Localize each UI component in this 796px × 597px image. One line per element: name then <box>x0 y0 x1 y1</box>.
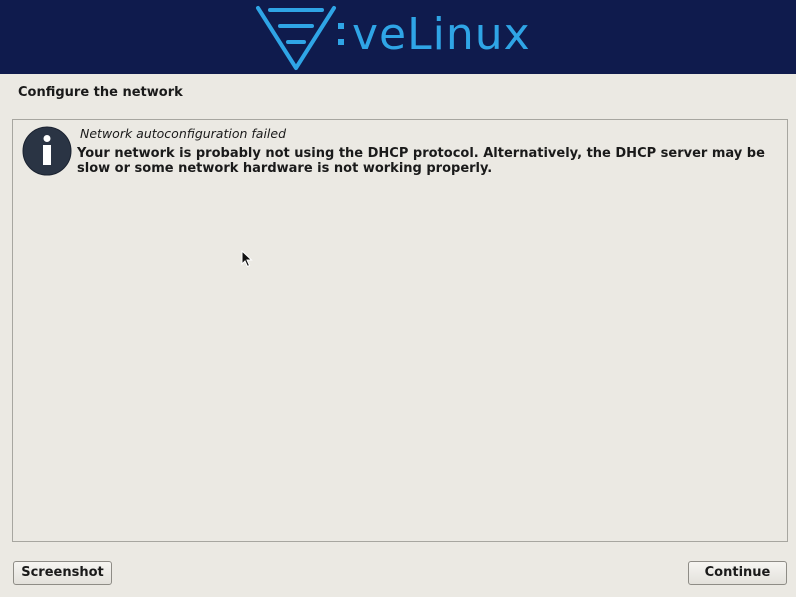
page-title: Configure the network <box>18 85 183 100</box>
message-panel: Network autoconfiguration failed Your ne… <box>12 119 788 542</box>
screenshot-button[interactable]: Screenshot <box>13 561 112 585</box>
message-body: Your network is probably not using the D… <box>77 146 765 176</box>
logo-text: veLinux <box>352 9 531 60</box>
info-icon <box>22 126 72 176</box>
message-heading: Network autoconfiguration failed <box>80 126 287 141</box>
mouse-pointer-icon <box>241 250 253 268</box>
header-banner: veLinux <box>0 0 796 74</box>
continue-button[interactable]: Continue <box>688 561 787 585</box>
